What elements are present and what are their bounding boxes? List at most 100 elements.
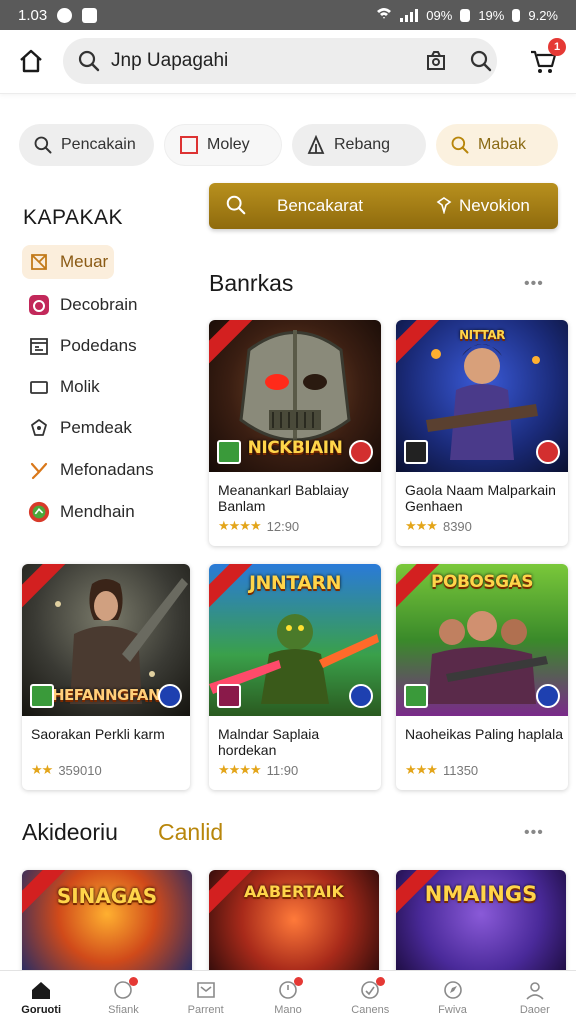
publisher-logo-icon xyxy=(217,440,241,464)
promo-bar[interactable]: Bencakarat Nevokion xyxy=(209,183,558,229)
home-button[interactable] xyxy=(14,44,48,78)
battery-icon xyxy=(460,8,471,22)
wifi-icon xyxy=(376,7,392,23)
star-rating-icon: ★★★ xyxy=(405,518,438,533)
nav-item-compass[interactable]: Fwiva xyxy=(411,971,493,1024)
chip-label: Moley xyxy=(207,136,250,153)
chip-pencakain[interactable]: Pencakain xyxy=(19,124,154,166)
fork-icon xyxy=(28,459,50,481)
chip-rebang[interactable]: Rebang xyxy=(292,124,426,166)
star-rating-icon: ★★★★ xyxy=(218,762,262,777)
game-rating-value: 11:90 xyxy=(266,762,299,778)
sidebar-item-mendhain[interactable]: Mendhain xyxy=(22,495,141,529)
promo-left-label: Bencakarat xyxy=(277,196,363,215)
game-card[interactable]: NICKBIAIN Meanankarl Bablaiay Banlam ★★★… xyxy=(209,320,381,546)
calendar-icon xyxy=(28,335,50,357)
game-art: JNNTARN xyxy=(209,564,381,716)
game-card[interactable]: NITTAR Gaola Naam Malparkain Genhaen ★★★… xyxy=(396,320,568,546)
nav-item-home[interactable]: Goruoti xyxy=(0,971,82,1024)
chip-label: Rebang xyxy=(334,136,391,153)
game-card[interactable]: HEFANNGFAN Saorakan Perkli karm ★★ 35901… xyxy=(22,564,190,790)
profile-icon xyxy=(526,982,544,1000)
notification-badge xyxy=(376,977,386,986)
chip-mabak[interactable]: Mabak xyxy=(436,124,558,166)
sidebar-item-label: Podedans xyxy=(60,336,137,355)
sidebar-item-label: Molik xyxy=(60,377,100,396)
sidebar-item-pemdeak[interactable]: Pemdeak xyxy=(22,411,138,445)
game-card[interactable]: AABERTAIK xyxy=(209,870,379,980)
chip-label: Mabak xyxy=(478,136,527,153)
puzzle-icon xyxy=(28,417,50,439)
game-art-title: AABERTAIK xyxy=(244,882,344,901)
app-notification-icon xyxy=(82,7,98,23)
grid-x-icon xyxy=(28,251,50,273)
status-time: 1.03 xyxy=(18,6,48,24)
sidebar-item-label: Mefonadans xyxy=(60,460,154,479)
game-rating: ★★★★ 12:90 xyxy=(218,518,299,534)
pin-icon xyxy=(436,197,452,214)
search-icon xyxy=(226,195,246,215)
nav-item-inbox[interactable]: Parrent xyxy=(165,971,247,1024)
sidebar-item-molik[interactable]: Molik xyxy=(22,370,106,404)
battery-small-icon xyxy=(512,8,521,22)
sidebar-item-mefonadans[interactable]: Mefonadans xyxy=(22,453,160,487)
game-art-title: SINAGAS xyxy=(56,884,158,908)
sidebar-item-label: Meuar xyxy=(60,252,109,271)
platform-logo-icon xyxy=(158,684,182,708)
game-art: NICKBIAIN xyxy=(209,320,381,472)
compass-icon xyxy=(443,981,462,999)
sidebar-item-podedans[interactable]: Podedans xyxy=(22,329,143,363)
chip-moley[interactable]: Moley xyxy=(164,124,282,166)
nav-label: Sfiank xyxy=(108,1004,139,1016)
game-name: Saorakan Perkli karm xyxy=(31,726,165,742)
game-card[interactable]: JNNTARN Malndar Saplaia hordekan ★★★★ 11… xyxy=(209,564,381,790)
signal-icon xyxy=(400,8,419,22)
section-accent-title[interactable]: Canlid xyxy=(158,819,223,846)
game-rating: ★★★★ 11:90 xyxy=(218,762,298,778)
platform-logo-icon xyxy=(536,440,560,464)
section-title: Akideoriu xyxy=(22,819,118,845)
game-card[interactable]: POBOSGAS Naoheikas Paling haplala ★★★ 11… xyxy=(396,564,568,790)
search-submit-icon[interactable] xyxy=(469,49,493,73)
nav-item-chat[interactable]: Sfiank xyxy=(82,971,164,1024)
search-input[interactable]: Jnp Uapagahi xyxy=(111,50,228,72)
game-name: Malndar Saplaia hordekan xyxy=(218,726,320,758)
status-value-c: 9.2% xyxy=(528,7,558,23)
nav-item-profile[interactable]: Daoer xyxy=(494,971,576,1024)
top-bar: Jnp Uapagahi 1 xyxy=(0,30,576,94)
rect-icon xyxy=(28,376,50,398)
nav-item-tag[interactable]: Mano xyxy=(247,971,329,1024)
nav-item-ticket[interactable]: Canens xyxy=(329,971,411,1024)
platform-logo-icon xyxy=(349,684,373,708)
game-rating: ★★★ 8390 xyxy=(405,518,472,534)
publisher-logo-icon xyxy=(217,684,241,708)
camera-search-icon[interactable] xyxy=(423,49,449,73)
sidebar-item-label: Decobrain xyxy=(60,295,138,314)
game-card[interactable]: NMAINGS xyxy=(396,870,566,980)
star-rating-icon: ★★★★ xyxy=(218,518,262,533)
sidebar-item-decobrain[interactable]: Decobrain xyxy=(22,288,144,322)
game-rating-value: 8390 xyxy=(442,518,472,534)
status-value-a: 09% xyxy=(426,7,453,23)
nav-label: Goruoti xyxy=(21,1004,61,1016)
game-name: Naoheikas Paling haplala xyxy=(405,726,563,742)
game-art: POBOSGAS xyxy=(396,564,568,716)
sidebar-item-label: Mendhain xyxy=(60,502,135,521)
publisher-logo-icon xyxy=(404,684,428,708)
game-art-title: NMAINGS xyxy=(424,882,538,906)
nav-label: Mano xyxy=(274,1004,302,1016)
game-rating-value: 359010 xyxy=(58,762,102,778)
game-name: Gaola Naam Malparkain Genhaen xyxy=(405,482,556,514)
more-icon[interactable]: ••• xyxy=(524,824,544,842)
game-rating-value: 11350 xyxy=(442,762,479,778)
game-rating: ★★★ 11350 xyxy=(405,762,478,778)
promo-right-label: Nevokion xyxy=(459,196,530,215)
cart-button[interactable]: 1 xyxy=(526,38,566,78)
more-icon[interactable]: ••• xyxy=(524,275,544,293)
circle-icon xyxy=(28,501,50,523)
game-card[interactable]: SINAGAS xyxy=(22,870,192,980)
sidebar-item-meuar[interactable]: Meuar xyxy=(22,245,115,279)
search-bar[interactable]: Jnp Uapagahi xyxy=(63,38,497,84)
section-title: Banrkas xyxy=(209,270,294,296)
home-icon xyxy=(20,49,42,73)
